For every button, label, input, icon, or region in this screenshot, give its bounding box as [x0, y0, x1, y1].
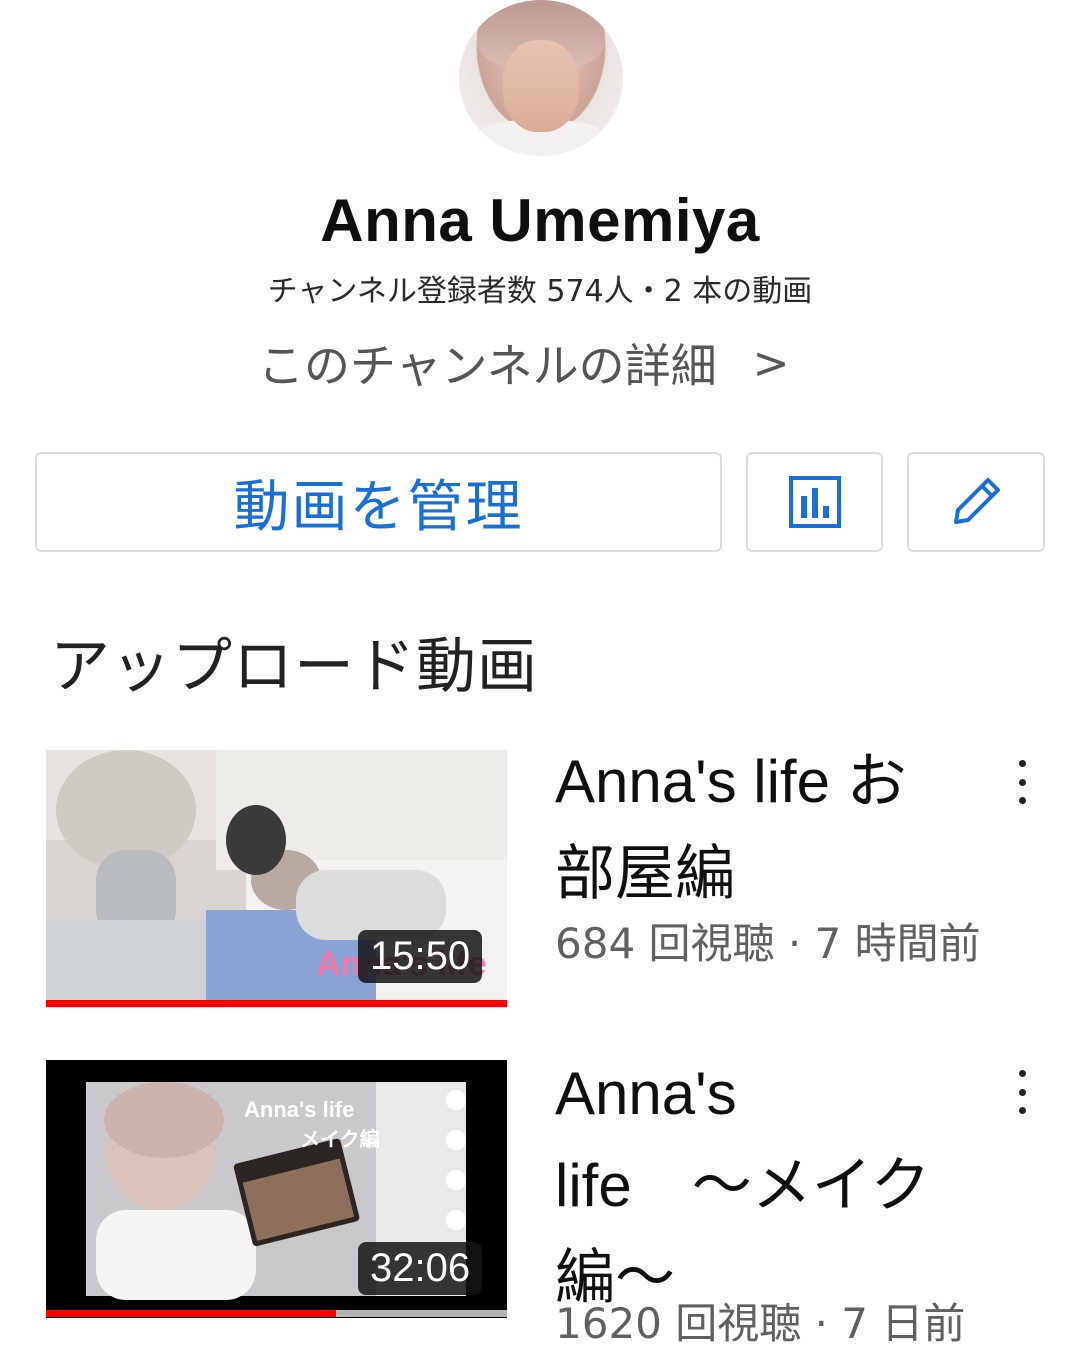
channel-avatar[interactable] [459, 0, 623, 156]
video-item[interactable]: Anna's life メイク編 32:06 Anna's life ～メイク … [0, 1060, 1080, 1348]
video-meta: 1620 回視聴 · 7 日前 [555, 1299, 966, 1348]
channel-details-link[interactable]: このチャンネルの詳細 > [258, 332, 790, 394]
video-title[interactable]: Anna's life お 部屋編 [555, 736, 907, 920]
video-thumbnail[interactable]: Anna's life 15:50 [46, 750, 507, 1008]
video-title-line: life ～メイク [555, 1152, 931, 1219]
channel-name: Anna Umemiya [320, 187, 760, 254]
more-options-icon[interactable] [1010, 1070, 1034, 1114]
video-title-line: Anna's [555, 1060, 737, 1127]
more-options-icon[interactable] [1010, 760, 1034, 804]
thumbnail-title-text: Anna's life [244, 1097, 354, 1122]
video-title[interactable]: Anna's life ～メイク 編～ [555, 1048, 931, 1324]
watch-progress-fill [46, 1000, 507, 1007]
video-item[interactable]: Anna's life 15:50 Anna's life お 部屋編 684 … [0, 748, 1080, 1010]
channel-stats: チャンネル登録者数 574人・2 本の動画 [267, 274, 813, 309]
analytics-button[interactable] [746, 452, 883, 552]
analytics-icon [788, 476, 841, 528]
avatar-face [503, 40, 579, 132]
watch-progress-bar [46, 1000, 507, 1007]
pencil-icon [954, 478, 1000, 524]
uploads-section-title: アップロード動画 [50, 632, 538, 702]
video-thumbnail[interactable]: Anna's life メイク編 32:06 [46, 1060, 507, 1318]
chevron-right-icon: > [752, 337, 790, 389]
video-duration: 32:06 [358, 1242, 483, 1295]
edit-channel-button[interactable] [907, 452, 1045, 552]
channel-details-label: このチャンネルの詳細 [258, 339, 717, 393]
video-duration: 15:50 [358, 930, 483, 983]
manage-videos-label: 動画を管理 [233, 474, 524, 540]
watch-progress-fill [46, 1310, 337, 1317]
video-title-line: 部屋編 [555, 840, 735, 907]
video-meta: 684 回視聴 · 7 時間前 [555, 919, 981, 968]
thumbnail-subtitle-text: メイク編 [300, 1127, 380, 1151]
video-title-line: Anna's life お [555, 748, 907, 815]
manage-videos-button[interactable]: 動画を管理 [35, 452, 722, 552]
watch-progress-bar [46, 1310, 507, 1317]
